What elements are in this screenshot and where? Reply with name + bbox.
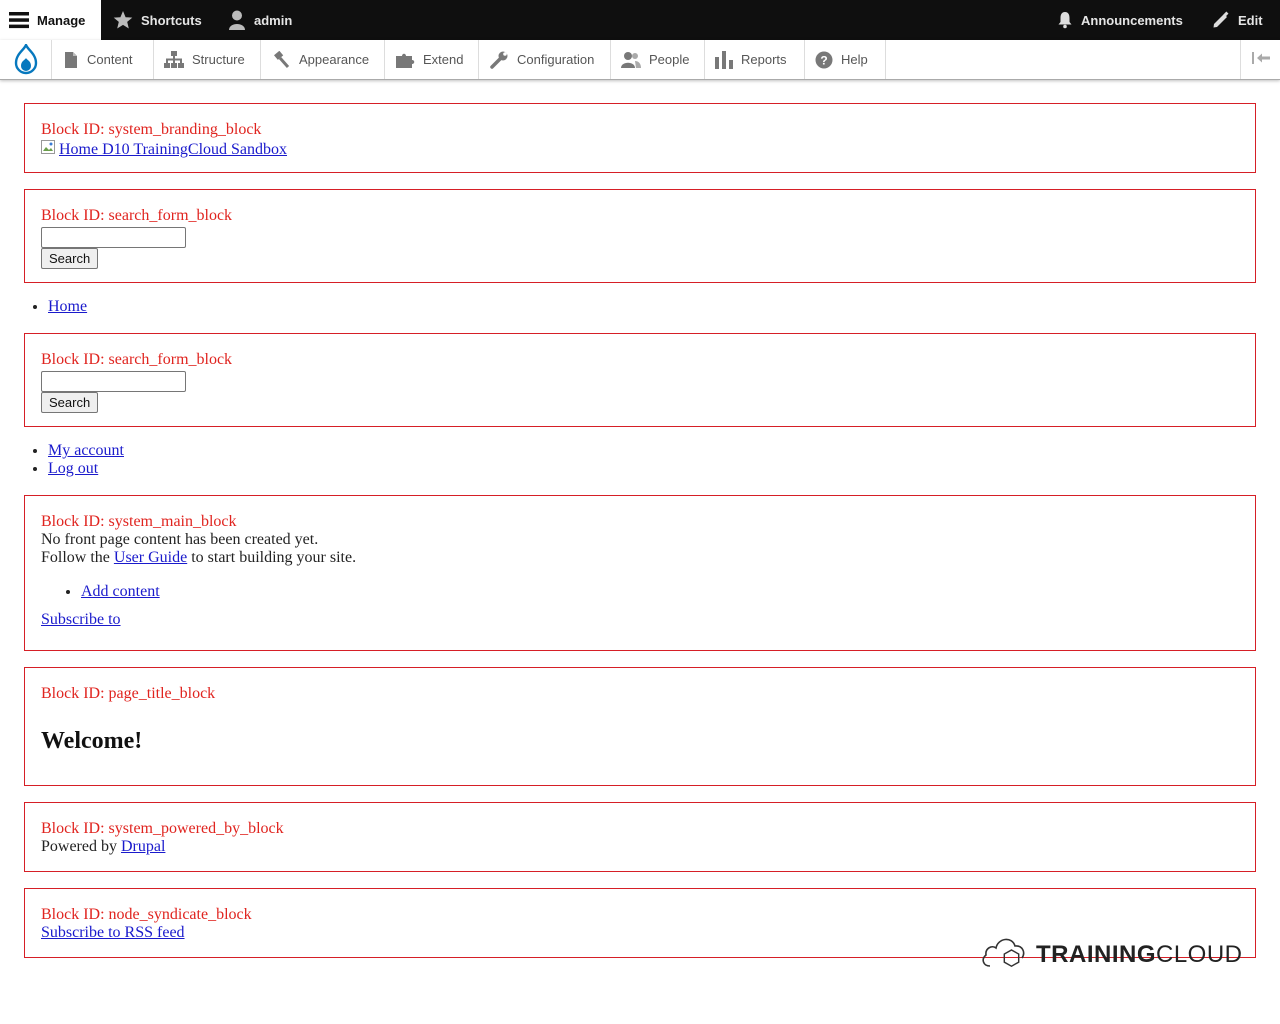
drupal-link[interactable]: Drupal bbox=[121, 838, 165, 855]
action-links: Add content bbox=[41, 583, 1239, 601]
user-tab[interactable]: admin bbox=[218, 0, 302, 40]
file-icon bbox=[63, 51, 79, 69]
cloud-icon bbox=[980, 932, 1028, 979]
follow-prefix: Follow the bbox=[41, 549, 114, 566]
menu-item: Home bbox=[48, 298, 87, 316]
drupal-logo-icon[interactable] bbox=[0, 40, 52, 79]
tray-label: Appearance bbox=[299, 52, 370, 67]
tray-label: Configuration bbox=[517, 52, 595, 67]
main-menu: Home bbox=[0, 298, 87, 316]
rss-feed-link[interactable]: Subscribe to RSS feed bbox=[41, 924, 185, 941]
manage-tab[interactable]: Manage bbox=[0, 0, 101, 40]
user-icon bbox=[228, 10, 246, 30]
svg-text:?: ? bbox=[820, 53, 827, 67]
tray-label: Content bbox=[87, 52, 133, 67]
account-menu: My account Log out bbox=[0, 442, 124, 478]
search-input[interactable] bbox=[41, 227, 186, 248]
block-id-label: Block ID: node_syndicate_block bbox=[41, 906, 252, 923]
trainingcloud-logo: TRAININGCLOUD bbox=[980, 935, 1242, 975]
logo-text-bold: TRAINING bbox=[1036, 941, 1156, 968]
tray-item-content[interactable]: Content bbox=[53, 40, 154, 79]
add-content-link[interactable]: Add content bbox=[81, 583, 160, 600]
tray-item-appearance[interactable]: Appearance bbox=[261, 40, 385, 79]
logo-text-light: CLOUD bbox=[1156, 941, 1243, 968]
tray-item-help[interactable]: ? Help bbox=[805, 40, 886, 79]
broken-image-icon bbox=[41, 139, 57, 160]
block-id-label: Block ID: search_form_block bbox=[41, 351, 233, 368]
page-title: Welcome! bbox=[41, 728, 143, 754]
search-button[interactable]: Search bbox=[41, 392, 99, 413]
powered-by-text: Powered by bbox=[41, 838, 121, 855]
tray-label: People bbox=[649, 52, 690, 67]
help-icon: ? bbox=[815, 51, 833, 69]
shortcuts-tab[interactable]: Shortcuts bbox=[103, 0, 212, 40]
follow-guide-text: Follow the User Guide to start building … bbox=[41, 549, 1239, 567]
user-label: admin bbox=[254, 12, 293, 28]
announcements-tab[interactable]: Announcements bbox=[1047, 0, 1193, 40]
wrench-icon bbox=[489, 51, 509, 69]
announcements-label: Announcements bbox=[1081, 12, 1183, 28]
subscribe-link[interactable]: Subscribe to bbox=[41, 611, 121, 628]
logo-text: TRAININGCLOUD bbox=[1036, 941, 1243, 969]
block-id-label: Block ID: search_form_block bbox=[41, 207, 233, 224]
search-block: Block ID: search_form_block Search bbox=[24, 189, 1256, 283]
home-link[interactable]: Home bbox=[48, 298, 87, 315]
manage-label: Manage bbox=[37, 12, 86, 28]
my-account-link[interactable]: My account bbox=[48, 442, 124, 459]
tray-label: Help bbox=[841, 52, 868, 67]
home-link-text: Home D10 TrainingCloud Sandbox bbox=[59, 140, 288, 158]
collapse-tray-button[interactable] bbox=[1240, 40, 1280, 79]
sitemap-icon bbox=[164, 50, 184, 69]
action-item: Add content bbox=[81, 583, 1239, 601]
tray-label: Structure bbox=[192, 52, 245, 67]
paint-icon bbox=[271, 50, 291, 69]
block-id-label: Block ID: page_title_block bbox=[41, 685, 216, 702]
search-input[interactable] bbox=[41, 371, 186, 392]
page-title-block: Block ID: page_title_block Welcome! bbox=[24, 667, 1256, 786]
bell-icon bbox=[1057, 11, 1073, 29]
tray-label: Reports bbox=[741, 52, 787, 67]
tray-label: Extend bbox=[423, 52, 464, 67]
tray-item-reports[interactable]: Reports bbox=[705, 40, 805, 79]
edit-label: Edit bbox=[1238, 12, 1263, 28]
no-content-message: No front page content has been created y… bbox=[41, 531, 319, 548]
search-button[interactable]: Search bbox=[41, 248, 99, 269]
search-block-secondary: Block ID: search_form_block Search bbox=[24, 333, 1256, 427]
log-out-link[interactable]: Log out bbox=[48, 460, 98, 477]
block-id-label: Block ID: system_branding_block bbox=[41, 121, 262, 138]
admin-tray: Content Structure Appearance Extend Conf… bbox=[0, 40, 1280, 80]
tray-item-configuration[interactable]: Configuration bbox=[479, 40, 611, 79]
hamburger-icon bbox=[9, 10, 29, 30]
tray-item-extend[interactable]: Extend bbox=[385, 40, 479, 79]
menu-item: My account bbox=[48, 442, 124, 460]
admin-toolbar: Manage Shortcuts admin Announcements Edi… bbox=[0, 0, 1280, 40]
user-guide-link[interactable]: User Guide bbox=[114, 549, 187, 566]
star-icon bbox=[113, 10, 133, 30]
puzzle-icon bbox=[395, 51, 415, 69]
pencil-icon bbox=[1212, 11, 1230, 29]
collapse-arrow-icon bbox=[1251, 52, 1270, 67]
powered-by-block: Block ID: system_powered_by_block Powere… bbox=[24, 802, 1256, 872]
home-logo-link[interactable]: Home D10 TrainingCloud Sandbox bbox=[41, 139, 287, 160]
branding-block: Block ID: system_branding_block Home D10… bbox=[24, 103, 1256, 173]
block-id-label: Block ID: system_powered_by_block bbox=[41, 820, 284, 837]
shortcuts-label: Shortcuts bbox=[141, 12, 202, 28]
tray-item-structure[interactable]: Structure bbox=[154, 40, 261, 79]
bar-chart-icon bbox=[715, 50, 733, 69]
edit-tab[interactable]: Edit bbox=[1202, 0, 1273, 40]
block-id-label: Block ID: system_main_block bbox=[41, 513, 237, 530]
people-icon bbox=[621, 51, 641, 69]
follow-suffix: to start building your site. bbox=[187, 549, 357, 566]
tray-item-people[interactable]: People bbox=[611, 40, 705, 79]
main-content-block: Block ID: system_main_block No front pag… bbox=[24, 495, 1256, 651]
menu-item: Log out bbox=[48, 460, 124, 478]
